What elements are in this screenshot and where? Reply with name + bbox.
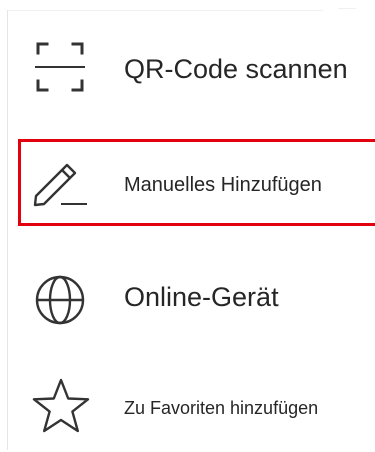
menu-item-add-manually[interactable]: Manuelles Hinzufügen xyxy=(0,139,375,229)
menu-item-label: QR-Code scannen xyxy=(124,54,348,84)
menu-item-online-device[interactable]: Online-Gerät xyxy=(0,264,375,328)
pencil-icon xyxy=(31,154,91,215)
scan-frame-icon xyxy=(35,41,85,98)
menu-divider xyxy=(338,8,356,9)
star-icon xyxy=(30,377,92,440)
menu-item-add-favorite[interactable]: Zu Favoriten hinzufügen xyxy=(0,372,375,436)
menu-item-label: Manuelles Hinzufügen xyxy=(124,174,322,196)
menu-item-label: Online-Gerät xyxy=(124,282,279,312)
menu-item-label: Zu Favoriten hinzufügen xyxy=(124,398,319,418)
menu-item-scan-qr-code[interactable]: QR-Code scannen xyxy=(0,34,375,106)
globe-icon xyxy=(34,274,86,331)
menu-divider xyxy=(8,10,323,11)
add-device-menu: QR-Code scannen Manuelles Hinzufügen Onl… xyxy=(0,0,375,452)
